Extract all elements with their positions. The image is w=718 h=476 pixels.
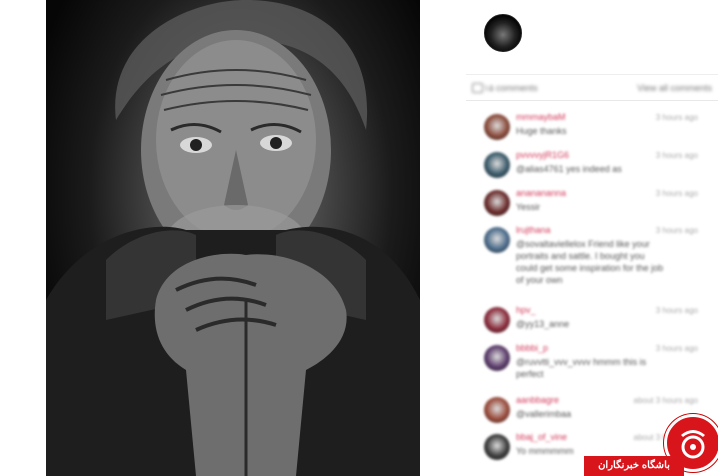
commenter-avatar[interactable]	[484, 307, 510, 333]
comment-timestamp: 3 hours ago	[655, 189, 698, 198]
comment-timestamp: 3 hours ago	[655, 151, 698, 160]
comment-text: @ruvvtti_vvv_vvvv hmmm this is perfect	[516, 357, 647, 379]
comment-item: mmmaybaM 3 hours ago Huge thanks	[466, 112, 718, 148]
comment-text: @vallerimbaa	[516, 409, 572, 419]
comment-timestamp: 3 hours ago	[655, 113, 698, 122]
commenter-username[interactable]: pvvvvyjR1G6	[516, 150, 569, 160]
comment-timestamp: 3 hours ago	[655, 226, 698, 235]
comment-count: ۱۵ comments	[484, 83, 538, 93]
commenter-avatar[interactable]	[484, 434, 510, 460]
comments-header: ۱۵ comments View all comments	[466, 80, 718, 96]
comment-icon	[472, 83, 483, 93]
commenter-avatar[interactable]	[484, 152, 510, 178]
comment-text: Yessir	[516, 202, 541, 212]
comment-timestamp: 3 hours ago	[655, 344, 698, 353]
comment-item: ananananna 3 hours ago Yessir	[466, 188, 718, 224]
comment-item: bbbbi_p 3 hours ago @ruvvtti_vvv_vvvv hmmm…	[466, 343, 718, 379]
comment-text: @yy13_anne	[516, 319, 570, 329]
commenter-avatar[interactable]	[484, 397, 510, 423]
comment-text: @alias4761 yes indeed as	[516, 164, 622, 174]
commenter-avatar[interactable]	[484, 227, 510, 253]
divider	[466, 74, 718, 75]
commenter-username[interactable]: bbaj_of_vine	[516, 432, 567, 442]
comment-item: pvvvvyjR1G6 3 hours ago @alias4761 yes ind…	[466, 150, 718, 186]
comment-timestamp: 3 hours ago	[655, 306, 698, 315]
comment-text: Huge thanks	[516, 126, 567, 136]
comment-item: hpv_ 3 hours ago @yy13_anne	[466, 305, 718, 341]
watermark-label: باشگاه خبرنگاران	[584, 456, 684, 476]
commenter-username[interactable]: bbbbi_p	[516, 343, 548, 353]
view-all-comments-link[interactable]: View all comments	[637, 83, 712, 93]
post-photo[interactable]	[46, 0, 420, 476]
portrait-illustration	[46, 0, 420, 476]
commenter-username[interactable]: aanbbagre	[516, 395, 559, 405]
commenter-username[interactable]: ananananna	[516, 188, 566, 198]
commenter-avatar[interactable]	[484, 114, 510, 140]
comment-timestamp: about 3 hours ago	[633, 396, 699, 405]
commenter-username[interactable]: mmmaybaM	[516, 112, 566, 122]
commenter-avatar[interactable]	[484, 190, 510, 216]
divider	[466, 100, 718, 101]
comment-item: lrujthana 3 hours ago @sovaltaviellelox Fr…	[466, 225, 718, 285]
commenter-avatar[interactable]	[484, 345, 510, 371]
comment-text: @sovaltaviellelox Friend like your portr…	[516, 239, 664, 285]
commenter-username[interactable]: lrujthana	[516, 225, 551, 235]
profile-avatar[interactable]	[484, 14, 522, 52]
commenter-username[interactable]: hpv_	[516, 305, 536, 315]
